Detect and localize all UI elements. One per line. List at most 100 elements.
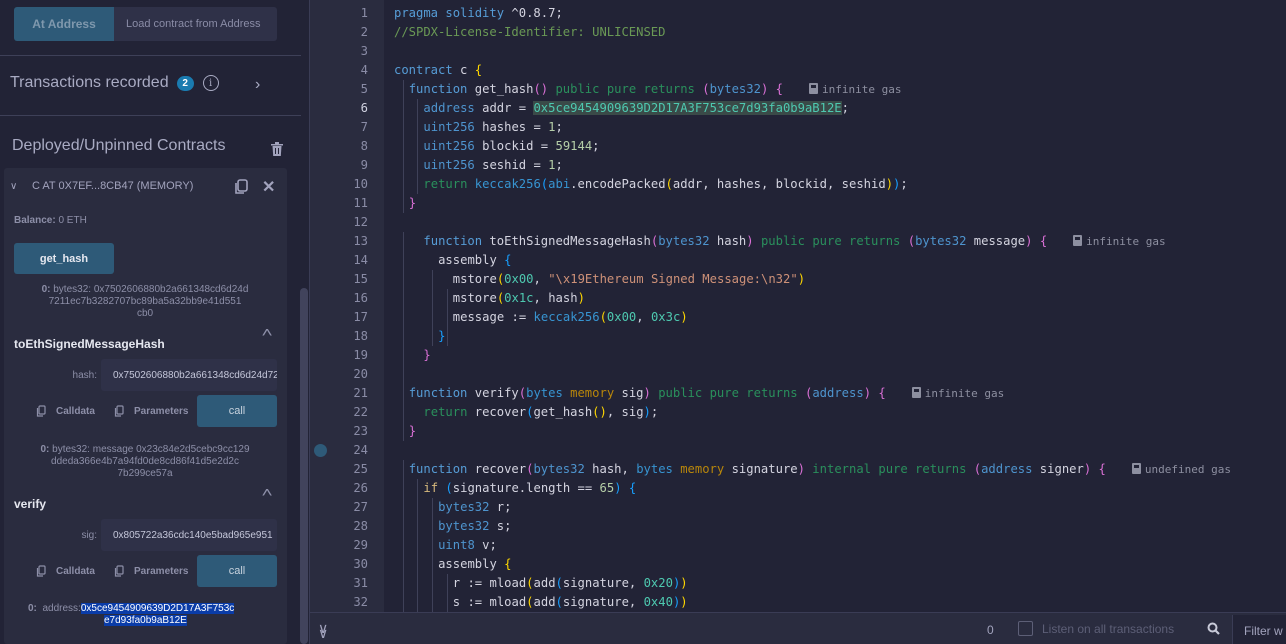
line-number[interactable]: 8 bbox=[340, 137, 368, 156]
copy-calldata-button[interactable]: Calldata bbox=[36, 565, 95, 577]
code-line[interactable]: 24 bbox=[310, 441, 1286, 460]
chevron-right-icon[interactable]: › bbox=[255, 76, 260, 94]
double-chevron-down-icon[interactable]: ∨ ∨ bbox=[318, 620, 328, 641]
at-address-button[interactable]: At Address bbox=[14, 7, 114, 41]
code-line[interactable]: 14 assembly { bbox=[310, 251, 1286, 270]
line-number[interactable]: 20 bbox=[340, 365, 368, 384]
line-number[interactable]: 3 bbox=[340, 42, 368, 61]
listen-all-checkbox[interactable] bbox=[1018, 621, 1033, 636]
code-token: { bbox=[1032, 234, 1048, 248]
code-line[interactable]: 28 bytes32 s; bbox=[310, 517, 1286, 536]
line-number[interactable]: 17 bbox=[340, 308, 368, 327]
code-line[interactable]: 17 message := keccak256(0x00, 0x3c) bbox=[310, 308, 1286, 327]
copy-parameters-button[interactable]: Parameters bbox=[114, 565, 188, 577]
code-line[interactable]: 18} bbox=[310, 327, 1286, 346]
call-button[interactable]: call bbox=[197, 555, 277, 587]
line-number[interactable]: 2 bbox=[340, 23, 368, 42]
collapse-caret-icon[interactable]: ˄ bbox=[261, 324, 272, 340]
code-line[interactable]: 4 contract c { bbox=[310, 61, 1286, 80]
code-line[interactable]: 29 uint8 v; bbox=[310, 536, 1286, 555]
line-number[interactable]: 22 bbox=[340, 403, 368, 422]
line-number[interactable]: 1 bbox=[340, 4, 368, 23]
code-token: bytes32 bbox=[658, 234, 710, 248]
code-line[interactable]: 13 function toEthSignedMessageHash(bytes3… bbox=[310, 232, 1286, 251]
code-line[interactable]: 22 return recover(get_hash(), sig); bbox=[310, 403, 1286, 422]
code-line[interactable]: 12 bbox=[310, 213, 1286, 232]
call-button[interactable]: call bbox=[197, 395, 277, 427]
line-number[interactable]: 16 bbox=[340, 289, 368, 308]
line-number[interactable]: 5 bbox=[340, 80, 368, 99]
code-line[interactable]: 16 mstore(0x1c, hash) bbox=[310, 289, 1286, 308]
breakpoint-icon[interactable] bbox=[314, 444, 327, 457]
code-line[interactable]: 7 uint256 hashes = 1; bbox=[310, 118, 1286, 137]
line-number[interactable]: 10 bbox=[340, 175, 368, 194]
line-number[interactable]: 25 bbox=[340, 460, 368, 479]
code-line[interactable]: 15 mstore(0x00, "\x19Ethereum Signed Mess… bbox=[310, 270, 1286, 289]
line-number[interactable]: 11 bbox=[340, 194, 368, 213]
left-panel-scrollbar[interactable] bbox=[300, 288, 308, 644]
code-line[interactable]: 1 pragma solidity ^0.8.7; bbox=[310, 4, 1286, 23]
line-number[interactable]: 15 bbox=[340, 270, 368, 289]
code-line[interactable]: 21 function verify(bytes memory sig) publ… bbox=[310, 384, 1286, 403]
code-line[interactable]: 32 s := mload(add(signature, 0x40)) bbox=[310, 593, 1286, 612]
line-number[interactable]: 30 bbox=[340, 555, 368, 574]
code-token: 65 bbox=[599, 481, 615, 495]
line-number[interactable]: 21 bbox=[340, 384, 368, 403]
code-line[interactable]: 27 bytes32 r; bbox=[310, 498, 1286, 517]
code-line[interactable]: 20 bbox=[310, 365, 1286, 384]
code-line[interactable]: 8 uint256 blockid = 59144; bbox=[310, 137, 1286, 156]
line-number[interactable]: 13 bbox=[340, 232, 368, 251]
load-contract-address-input[interactable]: Load contract from Address bbox=[114, 7, 277, 41]
line-number[interactable]: 12 bbox=[340, 213, 368, 232]
get-hash-button[interactable]: get_hash bbox=[14, 243, 114, 274]
sig-param-input[interactable]: 0x805722a36cdc140e5bad965e951 bbox=[101, 519, 277, 551]
close-icon[interactable]: ✕ bbox=[262, 177, 275, 197]
collapse-caret-icon[interactable]: ˄ bbox=[261, 484, 272, 500]
line-number[interactable]: 18 bbox=[340, 327, 368, 346]
copy-parameters-button[interactable]: Parameters bbox=[114, 405, 188, 417]
line-number[interactable]: 32 bbox=[340, 593, 368, 612]
contract-header[interactable]: ∨ C AT 0X7EF...8CB47 (MEMORY) bbox=[10, 180, 193, 192]
transactions-recorded-header[interactable]: Transactions recorded 2 i bbox=[10, 74, 219, 92]
code-line[interactable]: 23} bbox=[310, 422, 1286, 441]
code-editor[interactable]: 1 pragma solidity ^0.8.7; 2 //SPDX-License-… bbox=[310, 0, 1286, 612]
code-line[interactable]: 3 bbox=[310, 42, 1286, 61]
line-number[interactable]: 27 bbox=[340, 498, 368, 517]
line-number[interactable]: 26 bbox=[340, 479, 368, 498]
code-line[interactable]: 25 function recover (bytes32 hash, bytes m… bbox=[310, 460, 1286, 479]
line-number[interactable]: 9 bbox=[340, 156, 368, 175]
code-line[interactable]: 2 //SPDX-License-Identifier: UNLICENSED bbox=[310, 23, 1286, 42]
code-line[interactable]: 11} bbox=[310, 194, 1286, 213]
line-number[interactable]: 28 bbox=[340, 517, 368, 536]
info-icon[interactable]: i bbox=[202, 75, 219, 91]
filter-input[interactable]: Filter w bbox=[1232, 615, 1286, 644]
line-number[interactable]: 14 bbox=[340, 251, 368, 270]
code-token: ^0.8.7; bbox=[504, 6, 563, 20]
hash-param-input[interactable]: 0x7502606880b2a661348cd6d24d7211ec7b3282… bbox=[101, 359, 277, 391]
code-line[interactable]: 6 address addr = 0x5ce9454909639D2D17A3F7… bbox=[310, 99, 1286, 118]
search-icon[interactable] bbox=[1207, 622, 1220, 635]
trash-icon[interactable] bbox=[271, 142, 283, 156]
chevron-down-icon[interactable]: ∨ bbox=[10, 181, 24, 192]
line-number[interactable]: 19 bbox=[340, 346, 368, 365]
copy-calldata-button[interactable]: Calldata bbox=[36, 405, 95, 417]
code-line[interactable]: 5 function get_hash() public pure returns… bbox=[310, 80, 1286, 99]
line-number[interactable]: 4 bbox=[340, 61, 368, 80]
code-token: assembly bbox=[438, 253, 497, 267]
line-number[interactable]: 23 bbox=[340, 422, 368, 441]
code-text: function toEthSignedMessageHash(bytes32 … bbox=[423, 232, 1165, 251]
line-number[interactable]: 6 bbox=[340, 99, 368, 118]
line-number[interactable]: 7 bbox=[340, 118, 368, 137]
code-line[interactable]: 31 r := mload(add(signature, 0x20)) bbox=[310, 574, 1286, 593]
code-line[interactable]: 19} bbox=[310, 346, 1286, 365]
code-line[interactable]: 9 uint256 seshid = 1; bbox=[310, 156, 1286, 175]
line-number[interactable]: 24 bbox=[340, 441, 368, 460]
code-line[interactable]: 30 assembly { bbox=[310, 555, 1286, 574]
code-token: uint256 bbox=[423, 139, 475, 153]
copy-address-icon[interactable] bbox=[234, 179, 248, 195]
code-line[interactable]: 26 if (signature.length == 65) { bbox=[310, 479, 1286, 498]
code-token: recover bbox=[467, 462, 527, 476]
line-number[interactable]: 29 bbox=[340, 536, 368, 555]
code-line[interactable]: 10 return keccak256(abi.encodePacked(addr… bbox=[310, 175, 1286, 194]
line-number[interactable]: 31 bbox=[340, 574, 368, 593]
